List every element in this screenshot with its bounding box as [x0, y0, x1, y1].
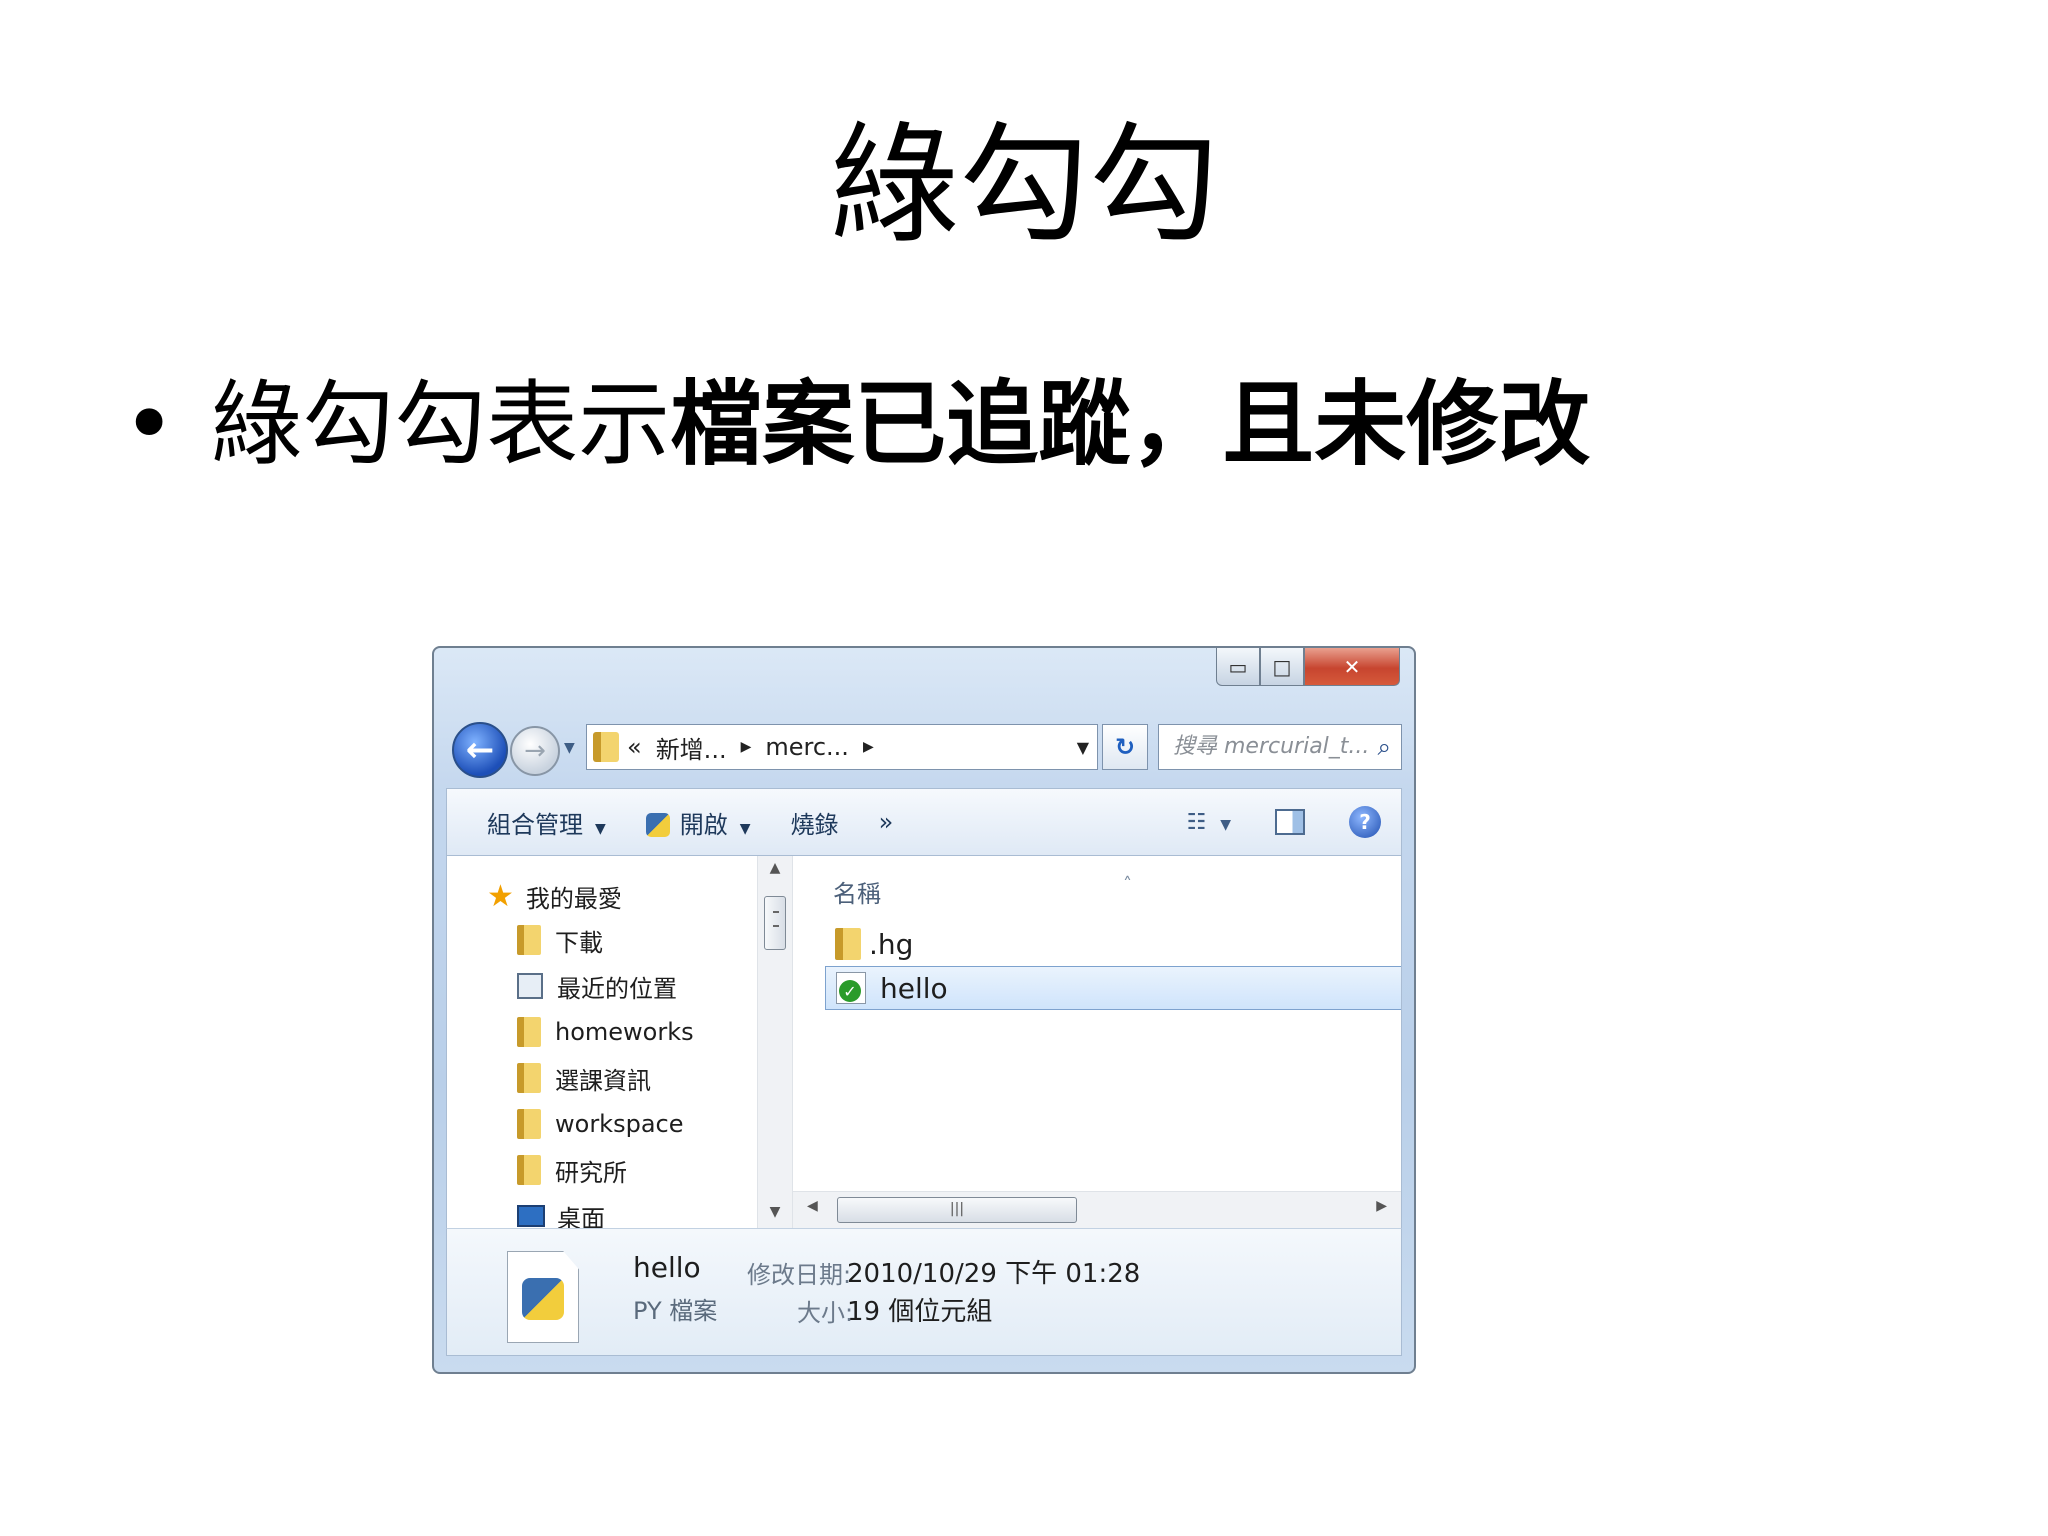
column-header-name[interactable]: 名稱 ˄ — [833, 874, 1132, 909]
slide-title: 綠勾勾 — [828, 109, 1219, 261]
breadcrumb-item[interactable]: 新增... — [656, 730, 727, 765]
bullet-text-light: 綠勾勾表示 — [210, 371, 671, 478]
refresh-button[interactable]: ↻ — [1102, 724, 1148, 770]
address-bar[interactable]: « 新增... ▶ merc... ▶ ▼ — [586, 724, 1098, 770]
nav-item-course-info[interactable]: 選課資訊 — [517, 1058, 651, 1098]
file-item-hello[interactable]: ✓ hello — [825, 966, 1401, 1010]
folder-icon — [517, 1109, 541, 1139]
scroll-left-icon[interactable]: ◀ — [807, 1198, 818, 1214]
details-pane: hello PY 檔案 修改日期: 2010/10/29 下午 01:28 大小… — [446, 1228, 1402, 1356]
more-commands-button[interactable]: » — [879, 808, 894, 836]
recent-places-icon — [517, 973, 543, 999]
search-placeholder: 搜尋 mercurial_t... — [1173, 734, 1370, 759]
preview-pane-icon[interactable] — [1275, 809, 1305, 835]
explorer-window: ▭ □ ✕ ← → ▼ « 新增... ▶ merc... ▶ ▼ ↻ 搜尋 m… — [432, 646, 1416, 1374]
python-file-large-icon — [507, 1251, 579, 1343]
scroll-down-icon[interactable]: ▼ — [758, 1204, 792, 1220]
bullet-text-bold: 檔案已追蹤，且未修改 — [670, 371, 1591, 478]
star-icon: ★ — [487, 878, 514, 914]
nav-item-workspace[interactable]: workspace — [517, 1104, 683, 1144]
details-modified-value: 2010/10/29 下午 01:28 — [847, 1259, 1141, 1289]
search-input[interactable]: 搜尋 mercurial_t... ⌕ — [1158, 724, 1402, 770]
python-icon — [645, 812, 670, 837]
bullet-dot: • — [122, 371, 177, 478]
command-bar: 組合管理 ▼ 開啟 ▼ 燒錄 » ☷ ▼ ? — [446, 788, 1402, 856]
folder-icon — [517, 1017, 541, 1047]
nav-pane-scrollbar[interactable]: ▲ ▼ — [757, 856, 793, 1228]
breadcrumb-overflow[interactable]: « — [627, 733, 642, 761]
address-dropdown-icon[interactable]: ▼ — [1077, 738, 1089, 757]
recent-pages-dropdown-icon[interactable]: ▼ — [564, 740, 575, 756]
organize-menu[interactable]: 組合管理 ▼ — [487, 805, 606, 840]
scroll-thumb[interactable]: ||| — [837, 1197, 1077, 1223]
breadcrumb-separator-icon[interactable]: ▶ — [741, 739, 752, 755]
search-icon[interactable]: ⌕ — [1378, 725, 1391, 769]
downloads-folder-icon — [517, 925, 541, 955]
python-file-icon: ✓ — [836, 972, 866, 1004]
nav-item-homeworks[interactable]: homeworks — [517, 1012, 694, 1052]
file-list: 名稱 ˄ .hg ✓ hello — [793, 856, 1401, 1228]
change-view-button[interactable]: ☷ ▼ — [1186, 810, 1231, 835]
folder-icon — [517, 1155, 541, 1185]
burn-button[interactable]: 燒錄 — [791, 805, 839, 840]
nav-item-graduate[interactable]: 研究所 — [517, 1150, 627, 1190]
folder-icon — [517, 1063, 541, 1093]
navigation-bar: ← → ▼ « 新增... ▶ merc... ▶ ▼ ↻ 搜尋 mercuri… — [452, 718, 1402, 778]
scroll-right-icon[interactable]: ▶ — [1376, 1198, 1387, 1214]
bullet-point: • 綠勾勾表示檔案已追蹤，且未修改 — [122, 370, 1590, 480]
details-file-type: PY 檔案 — [633, 1297, 718, 1325]
breadcrumb-item[interactable]: merc... — [765, 733, 849, 761]
file-item-hg[interactable]: .hg — [825, 922, 1401, 966]
scroll-up-icon[interactable]: ▲ — [758, 860, 792, 876]
sort-ascending-icon: ˄ — [1123, 874, 1132, 895]
maximize-button[interactable]: □ — [1260, 648, 1304, 686]
breadcrumb-separator-icon[interactable]: ▶ — [863, 739, 874, 755]
details-file-name: hello — [633, 1251, 701, 1284]
back-button[interactable]: ← — [452, 722, 508, 778]
details-size-label: 大小: — [797, 1299, 854, 1327]
navigation-pane: ★ 我的最愛 下載 最近的位置 homeworks 選課資訊 workspace … — [447, 856, 757, 1229]
horizontal-scrollbar[interactable]: ◀ ||| ▶ — [793, 1191, 1401, 1228]
green-check-overlay-icon: ✓ — [839, 980, 861, 1002]
nav-favorites[interactable]: ★ 我的最愛 — [487, 876, 622, 916]
folder-icon — [593, 732, 619, 762]
scroll-thumb[interactable] — [764, 896, 786, 950]
content-area: ★ 我的最愛 下載 最近的位置 homeworks 選課資訊 workspace … — [446, 856, 1402, 1228]
caption-buttons: ▭ □ ✕ — [1216, 648, 1400, 688]
desktop-icon — [517, 1205, 545, 1227]
minimize-button[interactable]: ▭ — [1216, 648, 1260, 686]
forward-button[interactable]: → — [510, 726, 560, 776]
view-list-icon: ☷ — [1186, 809, 1207, 835]
nav-item-downloads[interactable]: 下載 — [517, 920, 603, 960]
folder-icon — [835, 928, 861, 960]
details-modified-label: 修改日期: — [747, 1261, 852, 1289]
nav-item-recent[interactable]: 最近的位置 — [517, 966, 677, 1006]
help-icon[interactable]: ? — [1349, 806, 1381, 838]
open-menu[interactable]: 開啟 ▼ — [645, 805, 751, 840]
details-size-value: 19 個位元組 — [847, 1297, 993, 1327]
close-button[interactable]: ✕ — [1304, 648, 1400, 686]
nav-item-desktop[interactable]: 桌面 — [517, 1196, 605, 1228]
